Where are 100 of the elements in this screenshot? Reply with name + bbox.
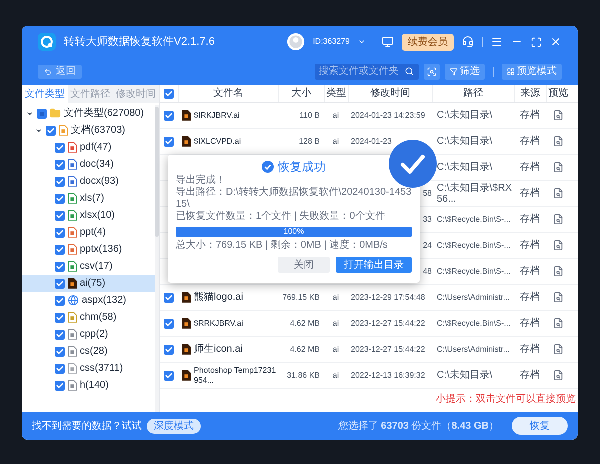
tree-checkbox[interactable] [55,330,65,340]
tree-item[interactable]: ppt(4) [22,224,155,241]
file-path: C:\未知目录\ [437,136,493,147]
file-size: 31.86 KB [287,370,320,382]
row-checkbox[interactable] [164,344,174,354]
preview-icon[interactable] [552,214,564,225]
file-icon [68,346,77,357]
row-checkbox[interactable] [164,110,174,120]
file-name: 熊猫logo.ai [194,292,244,302]
preview-icon[interactable] [552,188,564,199]
preview-icon[interactable] [552,266,564,277]
tree-item[interactable]: pptx(136) [22,241,155,258]
file-icon [68,261,77,272]
file-type: ai [332,318,340,330]
row-checkbox[interactable] [164,292,174,302]
tree-checkbox[interactable] [55,380,65,390]
tree-checkbox[interactable] [55,364,65,374]
open-folder-button[interactable]: 打开输出目录 [336,257,412,273]
row-checkbox[interactable] [164,136,174,146]
tree-checkbox[interactable] [55,228,65,238]
search-field[interactable]: 搜索文件或文件夹 [315,64,419,80]
column-header[interactable]: 大小 [292,86,312,101]
select-all-checkbox[interactable] [164,88,174,98]
tree-item[interactable]: xls(7) [22,190,155,207]
file-path: C:\未知目录\ [437,110,493,121]
column-header[interactable]: 路径 [464,86,484,101]
column-header[interactable]: 修改时间 [370,86,410,101]
column-header[interactable]: 类型 [326,86,346,101]
recover-button[interactable]: 恢复 [512,417,568,435]
tree-checkbox[interactable] [55,262,65,272]
file-icon [68,227,77,238]
dropdown-caret-icon[interactable] [358,38,366,46]
tree-checkbox[interactable] [55,210,65,220]
user-id[interactable]: ID:363279 [313,36,350,48]
file-size: 128 B [299,136,320,148]
tree-checkbox[interactable] [55,176,65,186]
preview-icon[interactable] [552,162,564,173]
file-type: ai [332,344,340,356]
file-path: C:\$Recycle.Bin\S-... [437,240,511,251]
file-icon [68,159,77,170]
avatar-icon[interactable] [287,33,306,51]
preview-icon[interactable] [552,240,564,251]
column-header[interactable]: 来源 [520,86,540,101]
scrollbar-thumb[interactable] [155,107,159,237]
tree-checkbox[interactable] [55,312,65,322]
support-icon[interactable] [462,36,474,48]
preview-icon[interactable] [552,110,564,121]
tree-checkbox[interactable] [37,108,47,118]
tree-checkbox[interactable] [55,346,65,356]
tree-checkbox[interactable] [55,278,65,288]
file-icon [68,176,77,187]
preview-icon[interactable] [552,136,564,147]
file-path: C:\$Recycle.Bin\S-... [437,266,511,277]
menu-icon[interactable] [491,36,503,48]
tree-item[interactable]: docx(93) [22,173,155,190]
maximize-icon[interactable] [531,36,542,48]
deep-scan-button[interactable] [424,64,440,80]
tree-checkbox[interactable] [55,194,65,204]
preview-icon[interactable] [552,344,564,355]
file-icon [182,344,191,355]
close-icon[interactable] [550,36,562,48]
tree-item[interactable]: cpp(2) [22,326,155,343]
tree-checkbox[interactable] [55,296,65,306]
tree-item[interactable]: cs(28) [22,343,155,360]
dialog-title: 恢复成功 [278,159,326,176]
source-label: 存档 [520,342,540,357]
close-button[interactable]: 关闭 [278,257,330,273]
tree-item[interactable]: chm(58) [22,309,155,326]
tree-item[interactable]: xlsx(10) [22,207,155,224]
tree-item[interactable]: aspx(132) [22,292,155,309]
grid-icon [507,68,515,76]
column-header[interactable]: 文件名 [214,86,244,101]
column-header[interactable]: 预览 [548,86,568,101]
preview-icon[interactable] [552,292,564,303]
tree-item[interactable]: pdf(47) [22,139,155,156]
row-checkbox[interactable] [164,370,174,380]
selection-summary: 您选择了 63703 份文件（8.43 GB） [338,420,499,434]
search-icon[interactable] [405,67,414,76]
tree-item[interactable]: h(140) [22,377,155,394]
row-checkbox[interactable] [164,318,174,328]
tree-checkbox[interactable] [46,126,56,136]
tree-item[interactable]: ai(75) [22,275,155,292]
tree-item[interactable]: css(3711) [22,360,155,377]
tree-item[interactable]: csv(17) [22,258,155,275]
file-icon [182,110,191,121]
file-icon [182,370,191,381]
tree-checkbox[interactable] [55,244,65,254]
tree-checkbox[interactable] [55,160,65,170]
tree-item[interactable]: doc(34) [22,156,155,173]
file-icon [68,363,77,374]
preview-icon[interactable] [552,370,564,381]
tree-checkbox[interactable] [55,142,65,152]
monitor-icon[interactable] [382,36,394,48]
tree-item[interactable]: 文件类型(627080) [22,105,155,122]
preview-icon[interactable] [552,318,564,329]
export-status: 导出完成！ [176,175,227,186]
file-icon [68,380,77,391]
file-size: 4.62 MB [290,344,320,356]
tree-item[interactable]: 文档(63703) [22,122,155,139]
vip-badge[interactable]: 续费会员 [402,34,454,50]
